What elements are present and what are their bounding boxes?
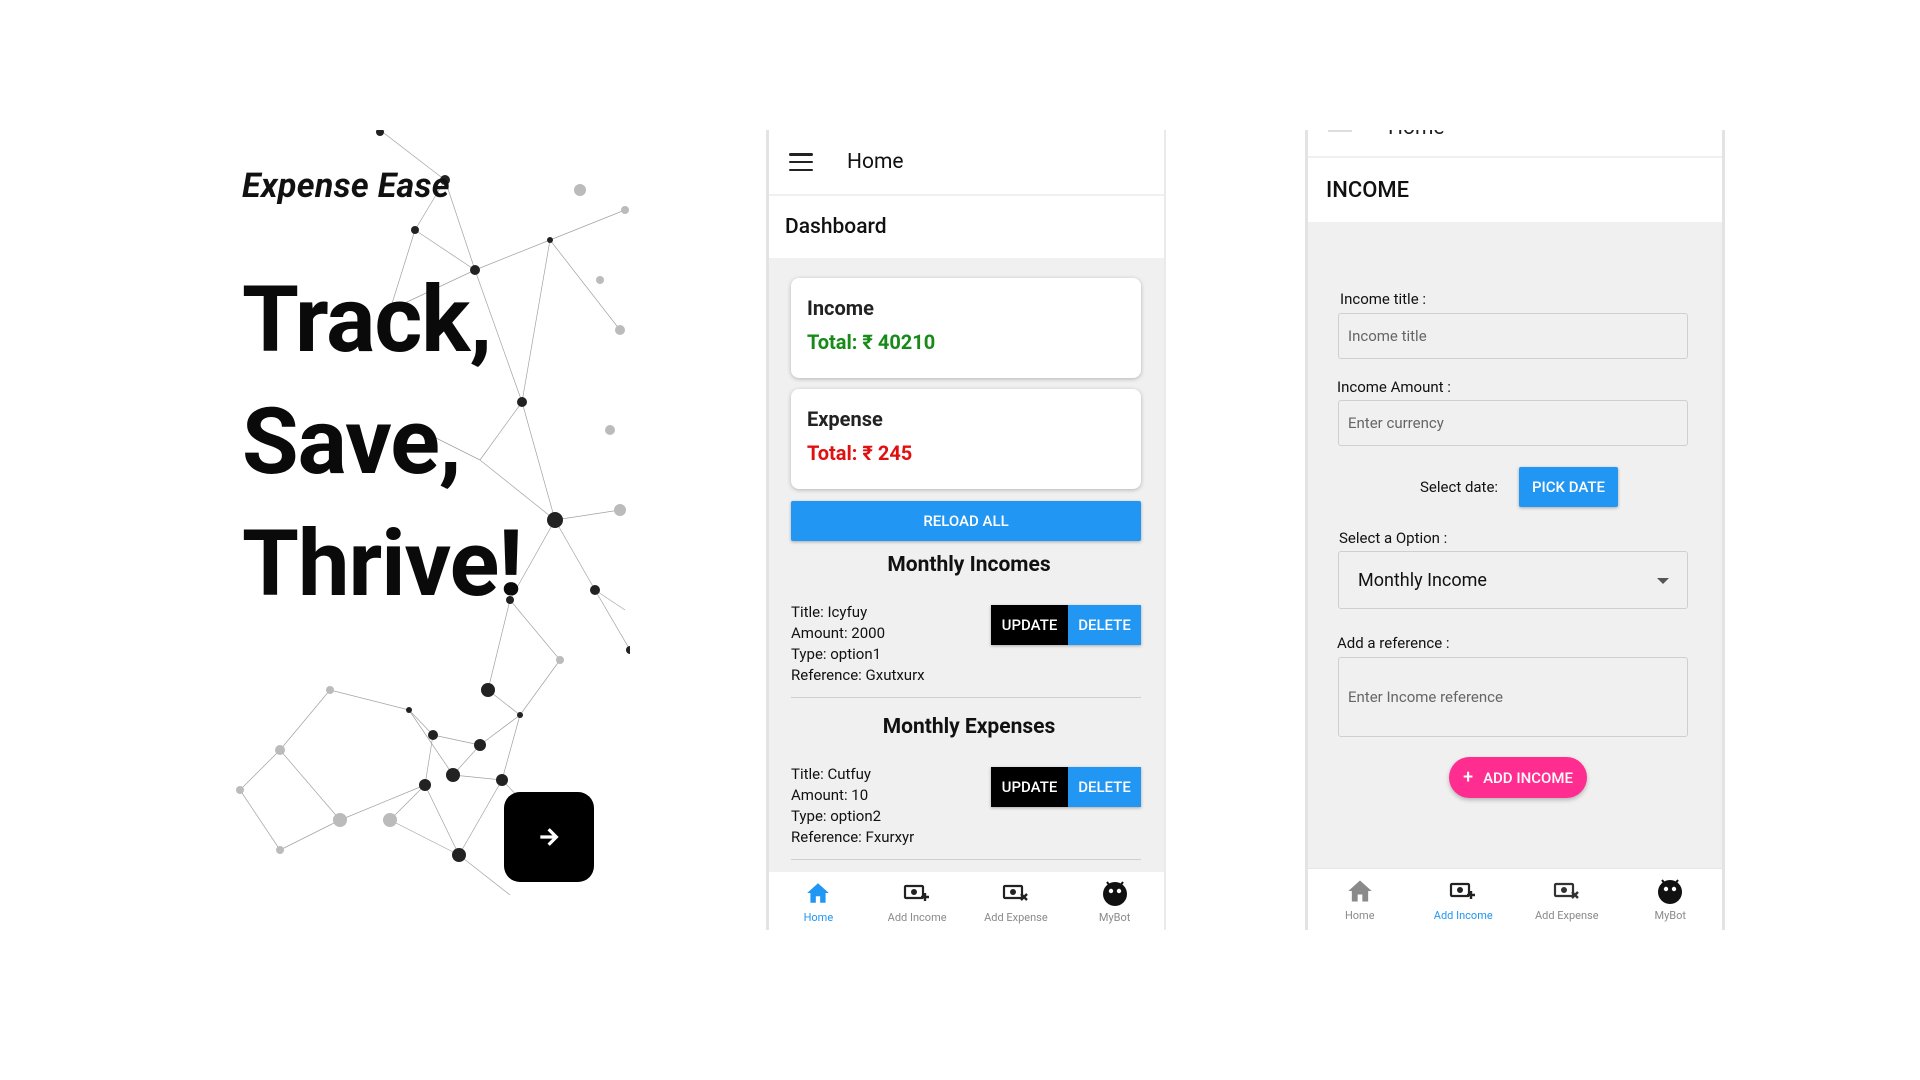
bot-icon [1101, 879, 1129, 907]
chevron-down-icon [1657, 578, 1669, 584]
delete-button[interactable]: DELETE [1068, 767, 1141, 807]
tagline-line: Thrive! [242, 511, 523, 618]
previous-title: Home [1388, 130, 1445, 140]
tab-label: Add Income [887, 910, 947, 924]
cash-plus-icon [1449, 877, 1477, 905]
cash-plus-icon [903, 879, 931, 907]
cash-remove-icon [1553, 877, 1581, 905]
tagline: Track, Save, Thrive! [242, 260, 523, 626]
entry-reference: Reference: Gxutxurx [791, 666, 925, 684]
tab-mybot[interactable]: MyBot [1619, 869, 1723, 930]
add-income-screen: Home INCOME Income title : Income title … [1305, 130, 1725, 930]
arrow-right-icon [540, 828, 559, 846]
select-date-label: Select date: [1420, 478, 1499, 496]
tab-label: Home [1344, 909, 1375, 922]
income-total: Total: ₹ 40210 [807, 330, 936, 354]
tab-label: MyBot [1098, 910, 1131, 924]
page-title: Home [847, 150, 904, 174]
tab-add-expense[interactable]: Add Expense [967, 872, 1066, 930]
add-income-button[interactable]: + ADD INCOME [1449, 757, 1587, 798]
tagline-line: Track, [242, 267, 492, 374]
reload-all-button[interactable]: RELOAD ALL [791, 501, 1141, 541]
tab-label: MyBot [1654, 909, 1687, 922]
divider [791, 697, 1141, 698]
income-title-label: Income title : [1340, 290, 1427, 308]
menu-icon [1328, 130, 1352, 132]
update-button[interactable]: UPDATE [991, 767, 1068, 807]
pick-date-button[interactable]: PICK DATE [1519, 467, 1618, 507]
select-option-label: Select a Option : [1339, 529, 1448, 547]
delete-button[interactable]: DELETE [1068, 605, 1141, 645]
income-entry-actions: UPDATE DELETE [991, 605, 1141, 645]
income-amount-input[interactable]: Enter currency [1338, 400, 1688, 446]
expense-card-label: Expense [807, 407, 883, 431]
entry-type: Type: option1 [791, 645, 882, 663]
bottom-tab-bar: Home Add Income Add Expense MyBot [769, 872, 1164, 930]
home-icon [1346, 877, 1374, 905]
income-type-select[interactable]: Monthly Income [1338, 551, 1688, 609]
tab-label: Add Expense [984, 910, 1048, 924]
tab-add-expense[interactable]: Add Expense [1515, 869, 1619, 930]
add-income-label: ADD INCOME [1483, 768, 1573, 787]
entry-type: Type: option2 [791, 807, 882, 825]
expense-summary-card: Expense Total: ₹ 245 [791, 389, 1141, 489]
income-summary-card: Income Total: ₹ 40210 [791, 278, 1141, 378]
tab-home[interactable]: Home [1308, 869, 1412, 930]
page-title: INCOME [1308, 158, 1722, 222]
home-icon [804, 879, 832, 907]
tab-add-income[interactable]: Add Income [868, 872, 967, 930]
monthly-expenses-heading: Monthly Expenses [882, 715, 1056, 739]
divider [791, 859, 1141, 860]
tab-label: Add Income [1433, 909, 1493, 922]
income-reference-input[interactable]: Enter Income reference [1338, 657, 1688, 737]
expense-entry-actions: UPDATE DELETE [991, 767, 1141, 807]
tab-mybot[interactable]: MyBot [1065, 872, 1164, 930]
income-amount-label: Income Amount : [1337, 378, 1451, 396]
plus-icon: + [1463, 767, 1474, 788]
income-title-input[interactable]: Income title [1338, 313, 1688, 359]
bot-icon [1656, 877, 1684, 905]
app-bar: Home [769, 130, 1164, 194]
entry-reference: Reference: Fxurxyr [791, 828, 915, 846]
tab-label: Home [803, 910, 834, 924]
selected-option: Monthly Income [1358, 569, 1487, 591]
monthly-incomes-heading: Monthly Incomes [887, 553, 1051, 577]
tab-label: Add Expense [1534, 909, 1599, 922]
tagline-line: Save, [242, 389, 462, 496]
app-brand: Expense Ease [242, 166, 450, 206]
update-button[interactable]: UPDATE [991, 605, 1068, 645]
cash-remove-icon [1002, 879, 1030, 907]
continue-button[interactable] [504, 792, 594, 882]
tab-home[interactable]: Home [769, 872, 868, 930]
reference-label: Add a reference : [1337, 634, 1450, 652]
menu-icon[interactable] [789, 153, 813, 171]
tab-add-income[interactable]: Add Income [1412, 869, 1516, 930]
bottom-tab-bar: Home Add Income Add Expense MyBot [1308, 868, 1722, 930]
splash-screen: Expense Ease Track, Save, Thrive! [220, 130, 630, 910]
home-screen: Home Dashboard Income Total: ₹ 40210 Exp… [766, 130, 1166, 930]
dashboard-header: Dashboard [769, 196, 1164, 258]
expense-total: Total: ₹ 245 [807, 441, 913, 465]
income-card-label: Income [807, 296, 874, 320]
previous-app-bar: Home [1308, 130, 1722, 156]
